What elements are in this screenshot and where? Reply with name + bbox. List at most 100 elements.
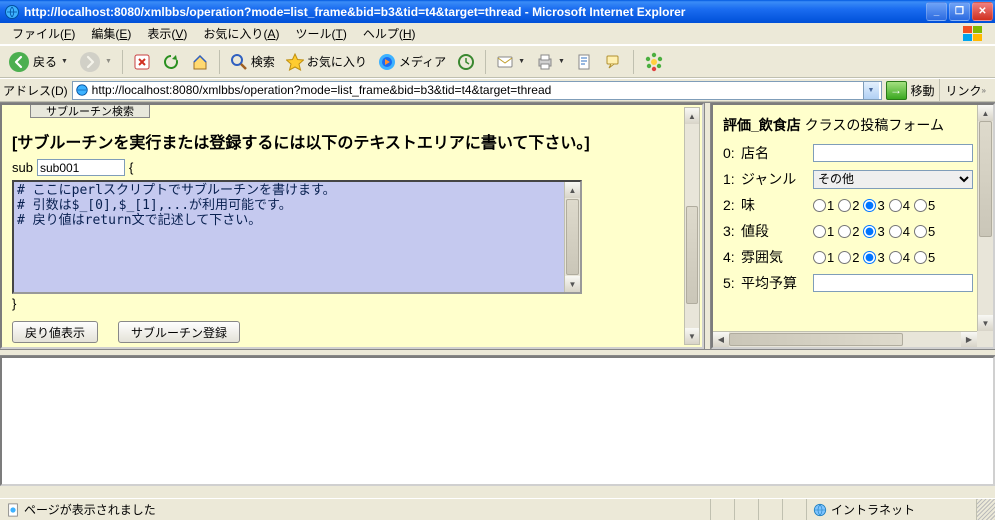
radio-input[interactable] (889, 199, 902, 212)
subroutine-textarea[interactable]: # ここにperlスクリプトでサブルーチンを書けます。 # 引数は$_[0],$… (14, 182, 564, 292)
show-return-button[interactable]: 戻り値表示 (12, 321, 98, 343)
search-button[interactable]: 検索 (226, 49, 279, 75)
radio-input[interactable] (914, 251, 927, 264)
mail-button[interactable]: ▼ (492, 49, 529, 75)
menu-edit[interactable]: 編集(E) (83, 23, 139, 44)
minimize-button[interactable]: _ (926, 2, 947, 21)
radio-input[interactable] (838, 199, 851, 212)
resize-grip[interactable] (977, 499, 995, 520)
row-label: 平均予算 (741, 273, 813, 293)
radio-input[interactable] (838, 225, 851, 238)
address-bar: アドレス(D) ▼ → 移動 リンク » (0, 78, 995, 102)
discuss-button[interactable] (601, 49, 627, 75)
links-button[interactable]: リンク » (939, 79, 992, 101)
frame-left-scrollbar[interactable]: ▲▼ (684, 107, 700, 345)
row-control (813, 144, 981, 162)
radio-input[interactable] (863, 199, 876, 212)
frame-right-vscrollbar[interactable]: ▲▼ (977, 105, 993, 331)
go-button[interactable]: → (886, 81, 907, 100)
zone-label: イントラネット (831, 501, 915, 518)
frame-bottom (0, 356, 995, 486)
radio-input[interactable] (914, 225, 927, 238)
radio-option[interactable]: 2 (838, 224, 859, 239)
radio-option[interactable]: 5 (914, 198, 935, 213)
register-subroutine-button[interactable]: サブルーチン登録 (118, 321, 240, 343)
radio-input[interactable] (813, 225, 826, 238)
media-button[interactable]: メディア (374, 49, 450, 75)
vertical-splitter[interactable] (704, 103, 711, 349)
radio-input[interactable] (863, 225, 876, 238)
row-label: ジャンル (741, 169, 813, 189)
radio-input[interactable] (838, 251, 851, 264)
row-control: 12345 (813, 198, 981, 213)
left-heading: [サブルーチンを実行または登録するには以下のテキストエリアに書いて下さい。] (12, 129, 692, 153)
radio-option[interactable]: 1 (813, 198, 834, 213)
radio-input[interactable] (914, 199, 927, 212)
icq-button[interactable] (640, 49, 668, 75)
radio-option[interactable]: 3 (863, 250, 884, 265)
print-button[interactable]: ▼ (532, 49, 569, 75)
address-field[interactable]: ▼ (72, 81, 882, 100)
home-button[interactable] (187, 49, 213, 75)
close-button[interactable]: ✕ (972, 2, 993, 21)
row-control (813, 274, 981, 292)
row-label: 雰囲気 (741, 247, 813, 267)
radio-option[interactable]: 2 (838, 198, 859, 213)
security-zone-panel: イントラネット (807, 499, 977, 520)
frame-right: 評価_飲食店 クラスの投稿フォーム 0:店名1:ジャンルその他2:味123453… (711, 103, 995, 349)
radio-option[interactable]: 4 (889, 198, 910, 213)
horizontal-splitter[interactable] (0, 349, 995, 356)
menu-tools[interactable]: ツール(T) (287, 23, 354, 44)
radio-option[interactable]: 2 (838, 250, 859, 265)
row-index: 0: (723, 145, 741, 161)
window-titlebar: http://localhost:8080/xmlbbs/operation?m… (0, 0, 995, 23)
radio-option[interactable]: 4 (889, 224, 910, 239)
text-input[interactable] (813, 274, 973, 292)
address-label: アドレス(D) (3, 82, 68, 99)
row-control: その他 (813, 170, 981, 189)
favorites-button[interactable]: お気に入り (282, 49, 371, 75)
refresh-button[interactable] (158, 49, 184, 75)
form-heading: 評価_飲食店 クラスの投稿フォーム (723, 115, 981, 135)
radio-option[interactable]: 3 (863, 198, 884, 213)
row-label: 値段 (741, 221, 813, 241)
form-row: 2:味12345 (723, 195, 981, 215)
frame-right-hscrollbar[interactable]: ◀▶ (713, 331, 977, 347)
history-button[interactable] (453, 49, 479, 75)
address-input[interactable] (92, 83, 860, 97)
status-panel-3 (759, 499, 783, 520)
textarea-scrollbar[interactable]: ▲▼ (564, 182, 580, 292)
row-label: 店名 (741, 143, 813, 163)
radio-input[interactable] (889, 251, 902, 264)
menu-favorites[interactable]: お気に入り(A) (195, 23, 287, 44)
address-dropdown[interactable]: ▼ (863, 82, 879, 99)
radio-option[interactable]: 4 (889, 250, 910, 265)
radio-option[interactable]: 5 (914, 224, 935, 239)
radio-option[interactable]: 5 (914, 250, 935, 265)
menu-file[interactable]: ファイル(F) (4, 23, 83, 44)
maximize-button[interactable]: ❐ (949, 2, 970, 21)
back-button[interactable]: 戻る▼ (4, 49, 72, 75)
stop-button[interactable] (129, 49, 155, 75)
radio-input[interactable] (813, 199, 826, 212)
menu-view[interactable]: 表示(V) (139, 23, 195, 44)
statusbar: ページが表示されました イントラネット (0, 498, 995, 520)
radio-option[interactable]: 1 (813, 250, 834, 265)
radio-option[interactable]: 1 (813, 224, 834, 239)
radio-input[interactable] (889, 225, 902, 238)
brace-open: { (129, 160, 133, 175)
status-panel-2 (735, 499, 759, 520)
radio-input[interactable] (813, 251, 826, 264)
radio-input[interactable] (863, 251, 876, 264)
sub-name-input[interactable] (37, 159, 125, 176)
genre-select[interactable]: その他 (813, 170, 973, 189)
sub-keyword: sub (12, 160, 33, 175)
windows-flag-icon (955, 24, 991, 44)
forward-button[interactable]: ▼ (75, 49, 116, 75)
menu-help[interactable]: ヘルプ(H) (355, 23, 424, 44)
tab-subroutine-search[interactable]: サブルーチン検索 (30, 105, 150, 118)
form-row: 1:ジャンルその他 (723, 169, 981, 189)
text-input[interactable] (813, 144, 973, 162)
radio-option[interactable]: 3 (863, 224, 884, 239)
edit-button[interactable] (572, 49, 598, 75)
